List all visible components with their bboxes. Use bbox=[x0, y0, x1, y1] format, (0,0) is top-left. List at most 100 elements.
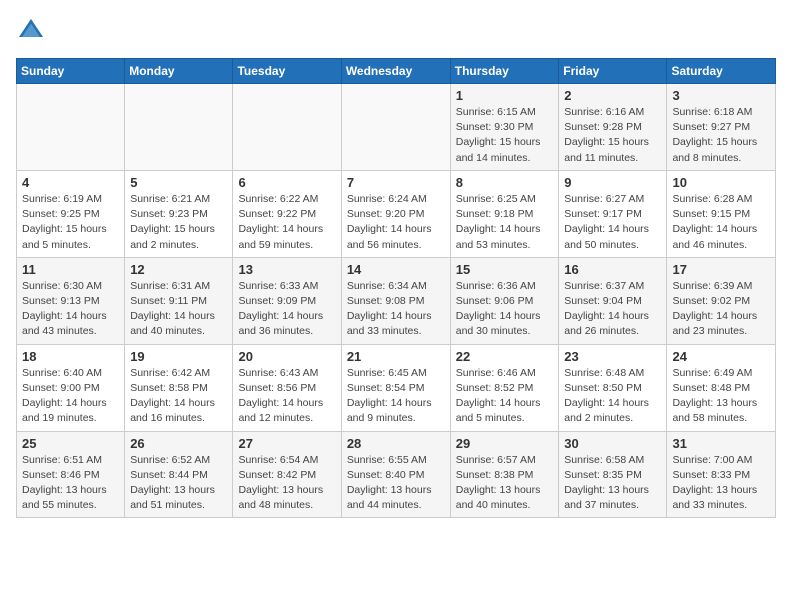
calendar-cell: 14 Sunrise: 6:34 AM Sunset: 9:08 PM Dayli… bbox=[341, 257, 450, 344]
calendar-cell bbox=[17, 84, 125, 171]
day-number: 30 bbox=[564, 436, 661, 451]
day-number: 4 bbox=[22, 175, 119, 190]
calendar-cell: 23Sunrise: 6:48 AM Sunset: 8:50 PM Dayli… bbox=[559, 344, 667, 431]
day-info: Sunrise: 6:43 AM Sunset: 8:56 PM Dayligh… bbox=[238, 366, 335, 427]
header-thursday: Thursday bbox=[450, 59, 559, 84]
week-row-5: 25 Sunrise: 6:51 AM Sunset: 8:46 PM Dayli… bbox=[17, 431, 776, 518]
day-number: 9 bbox=[564, 175, 661, 190]
day-info: Sunrise: 6:55 AM Sunset: 8:40 PM Dayligh… bbox=[347, 453, 445, 514]
day-number: 2 bbox=[564, 88, 661, 103]
calendar-cell: 21Sunrise: 6:45 AM Sunset: 8:54 PM Dayli… bbox=[341, 344, 450, 431]
calendar-cell bbox=[341, 84, 450, 171]
calendar-cell: 9 Sunrise: 6:27 AM Sunset: 9:17 PM Daylig… bbox=[559, 170, 667, 257]
day-info: Sunrise: 6:33 AM Sunset: 9:09 PM Dayligh… bbox=[238, 279, 335, 340]
calendar: SundayMondayTuesdayWednesdayThursdayFrid… bbox=[16, 58, 776, 518]
day-number: 11 bbox=[22, 262, 119, 277]
day-info: Sunrise: 6:51 AM Sunset: 8:46 PM Dayligh… bbox=[22, 453, 119, 514]
calendar-cell: 20 Sunrise: 6:43 AM Sunset: 8:56 PM Dayli… bbox=[233, 344, 341, 431]
day-info: Sunrise: 6:46 AM Sunset: 8:52 PM Dayligh… bbox=[456, 366, 554, 427]
day-number: 31 bbox=[672, 436, 770, 451]
header-saturday: Saturday bbox=[667, 59, 776, 84]
logo bbox=[16, 16, 50, 46]
calendar-cell: 22 Sunrise: 6:46 AM Sunset: 8:52 PM Dayli… bbox=[450, 344, 559, 431]
calendar-cell: 13Sunrise: 6:33 AM Sunset: 9:09 PM Dayli… bbox=[233, 257, 341, 344]
day-info: Sunrise: 6:58 AM Sunset: 8:35 PM Dayligh… bbox=[564, 453, 661, 514]
day-info: Sunrise: 6:18 AM Sunset: 9:27 PM Dayligh… bbox=[672, 105, 770, 166]
calendar-cell bbox=[233, 84, 341, 171]
week-row-1: 1 Sunrise: 6:15 AM Sunset: 9:30 PM Daylig… bbox=[17, 84, 776, 171]
day-info: Sunrise: 6:34 AM Sunset: 9:08 PM Dayligh… bbox=[347, 279, 445, 340]
day-info: Sunrise: 6:52 AM Sunset: 8:44 PM Dayligh… bbox=[130, 453, 227, 514]
calendar-header: SundayMondayTuesdayWednesdayThursdayFrid… bbox=[17, 59, 776, 84]
day-number: 1 bbox=[456, 88, 554, 103]
header-wednesday: Wednesday bbox=[341, 59, 450, 84]
calendar-cell: 2 Sunrise: 6:16 AM Sunset: 9:28 PM Daylig… bbox=[559, 84, 667, 171]
day-number: 12 bbox=[130, 262, 227, 277]
header-sunday: Sunday bbox=[17, 59, 125, 84]
calendar-cell: 12 Sunrise: 6:31 AM Sunset: 9:11 PM Dayli… bbox=[125, 257, 233, 344]
calendar-cell: 28 Sunrise: 6:55 AM Sunset: 8:40 PM Dayli… bbox=[341, 431, 450, 518]
day-info: Sunrise: 6:19 AM Sunset: 9:25 PM Dayligh… bbox=[22, 192, 119, 253]
day-info: Sunrise: 6:30 AM Sunset: 9:13 PM Dayligh… bbox=[22, 279, 119, 340]
calendar-cell: 7 Sunrise: 6:24 AM Sunset: 9:20 PM Daylig… bbox=[341, 170, 450, 257]
calendar-cell: 24Sunrise: 6:49 AM Sunset: 8:48 PM Dayli… bbox=[667, 344, 776, 431]
week-row-3: 11 Sunrise: 6:30 AM Sunset: 9:13 PM Dayli… bbox=[17, 257, 776, 344]
day-number: 17 bbox=[672, 262, 770, 277]
day-info: Sunrise: 6:36 AM Sunset: 9:06 PM Dayligh… bbox=[456, 279, 554, 340]
calendar-cell: 4 Sunrise: 6:19 AM Sunset: 9:25 PM Daylig… bbox=[17, 170, 125, 257]
calendar-cell: 5 Sunrise: 6:21 AM Sunset: 9:23 PM Daylig… bbox=[125, 170, 233, 257]
calendar-cell: 10 Sunrise: 6:28 AM Sunset: 9:15 PM Dayli… bbox=[667, 170, 776, 257]
day-info: Sunrise: 6:27 AM Sunset: 9:17 PM Dayligh… bbox=[564, 192, 661, 253]
day-number: 28 bbox=[347, 436, 445, 451]
day-info: Sunrise: 6:37 AM Sunset: 9:04 PM Dayligh… bbox=[564, 279, 661, 340]
calendar-cell: 17 Sunrise: 6:39 AM Sunset: 9:02 PM Dayli… bbox=[667, 257, 776, 344]
day-number: 18 bbox=[22, 349, 119, 364]
day-number: 29 bbox=[456, 436, 554, 451]
calendar-cell: 1 Sunrise: 6:15 AM Sunset: 9:30 PM Daylig… bbox=[450, 84, 559, 171]
day-number: 3 bbox=[672, 88, 770, 103]
calendar-cell: 15 Sunrise: 6:36 AM Sunset: 9:06 PM Dayli… bbox=[450, 257, 559, 344]
calendar-cell: 30 Sunrise: 6:58 AM Sunset: 8:35 PM Dayli… bbox=[559, 431, 667, 518]
day-number: 23 bbox=[564, 349, 661, 364]
day-info: Sunrise: 6:39 AM Sunset: 9:02 PM Dayligh… bbox=[672, 279, 770, 340]
day-number: 16 bbox=[564, 262, 661, 277]
day-number: 10 bbox=[672, 175, 770, 190]
calendar-cell: 8Sunrise: 6:25 AM Sunset: 9:18 PM Daylig… bbox=[450, 170, 559, 257]
day-info: Sunrise: 6:40 AM Sunset: 9:00 PM Dayligh… bbox=[22, 366, 119, 427]
week-row-4: 18 Sunrise: 6:40 AM Sunset: 9:00 PM Dayli… bbox=[17, 344, 776, 431]
day-info: Sunrise: 7:00 AM Sunset: 8:33 PM Dayligh… bbox=[672, 453, 770, 514]
calendar-cell: 19Sunrise: 6:42 AM Sunset: 8:58 PM Dayli… bbox=[125, 344, 233, 431]
day-info: Sunrise: 6:21 AM Sunset: 9:23 PM Dayligh… bbox=[130, 192, 227, 253]
day-number: 19 bbox=[130, 349, 227, 364]
day-number: 7 bbox=[347, 175, 445, 190]
day-info: Sunrise: 6:57 AM Sunset: 8:38 PM Dayligh… bbox=[456, 453, 554, 514]
calendar-cell: 29 Sunrise: 6:57 AM Sunset: 8:38 PM Dayli… bbox=[450, 431, 559, 518]
header-monday: Monday bbox=[125, 59, 233, 84]
logo-icon bbox=[16, 16, 46, 46]
day-info: Sunrise: 6:45 AM Sunset: 8:54 PM Dayligh… bbox=[347, 366, 445, 427]
page-header bbox=[16, 16, 776, 46]
day-info: Sunrise: 6:22 AM Sunset: 9:22 PM Dayligh… bbox=[238, 192, 335, 253]
day-info: Sunrise: 6:24 AM Sunset: 9:20 PM Dayligh… bbox=[347, 192, 445, 253]
day-info: Sunrise: 6:25 AM Sunset: 9:18 PM Dayligh… bbox=[456, 192, 554, 253]
day-number: 15 bbox=[456, 262, 554, 277]
header-row: SundayMondayTuesdayWednesdayThursdayFrid… bbox=[17, 59, 776, 84]
day-number: 27 bbox=[238, 436, 335, 451]
day-info: Sunrise: 6:54 AM Sunset: 8:42 PM Dayligh… bbox=[238, 453, 335, 514]
day-number: 5 bbox=[130, 175, 227, 190]
calendar-cell: 18 Sunrise: 6:40 AM Sunset: 9:00 PM Dayli… bbox=[17, 344, 125, 431]
day-number: 6 bbox=[238, 175, 335, 190]
day-number: 20 bbox=[238, 349, 335, 364]
header-tuesday: Tuesday bbox=[233, 59, 341, 84]
calendar-cell: 16 Sunrise: 6:37 AM Sunset: 9:04 PM Dayli… bbox=[559, 257, 667, 344]
day-number: 22 bbox=[456, 349, 554, 364]
day-number: 14 bbox=[347, 262, 445, 277]
day-info: Sunrise: 6:31 AM Sunset: 9:11 PM Dayligh… bbox=[130, 279, 227, 340]
calendar-cell: 26Sunrise: 6:52 AM Sunset: 8:44 PM Dayli… bbox=[125, 431, 233, 518]
day-info: Sunrise: 6:16 AM Sunset: 9:28 PM Dayligh… bbox=[564, 105, 661, 166]
calendar-cell: 6 Sunrise: 6:22 AM Sunset: 9:22 PM Daylig… bbox=[233, 170, 341, 257]
day-number: 25 bbox=[22, 436, 119, 451]
day-info: Sunrise: 6:28 AM Sunset: 9:15 PM Dayligh… bbox=[672, 192, 770, 253]
day-info: Sunrise: 6:49 AM Sunset: 8:48 PM Dayligh… bbox=[672, 366, 770, 427]
day-info: Sunrise: 6:15 AM Sunset: 9:30 PM Dayligh… bbox=[456, 105, 554, 166]
